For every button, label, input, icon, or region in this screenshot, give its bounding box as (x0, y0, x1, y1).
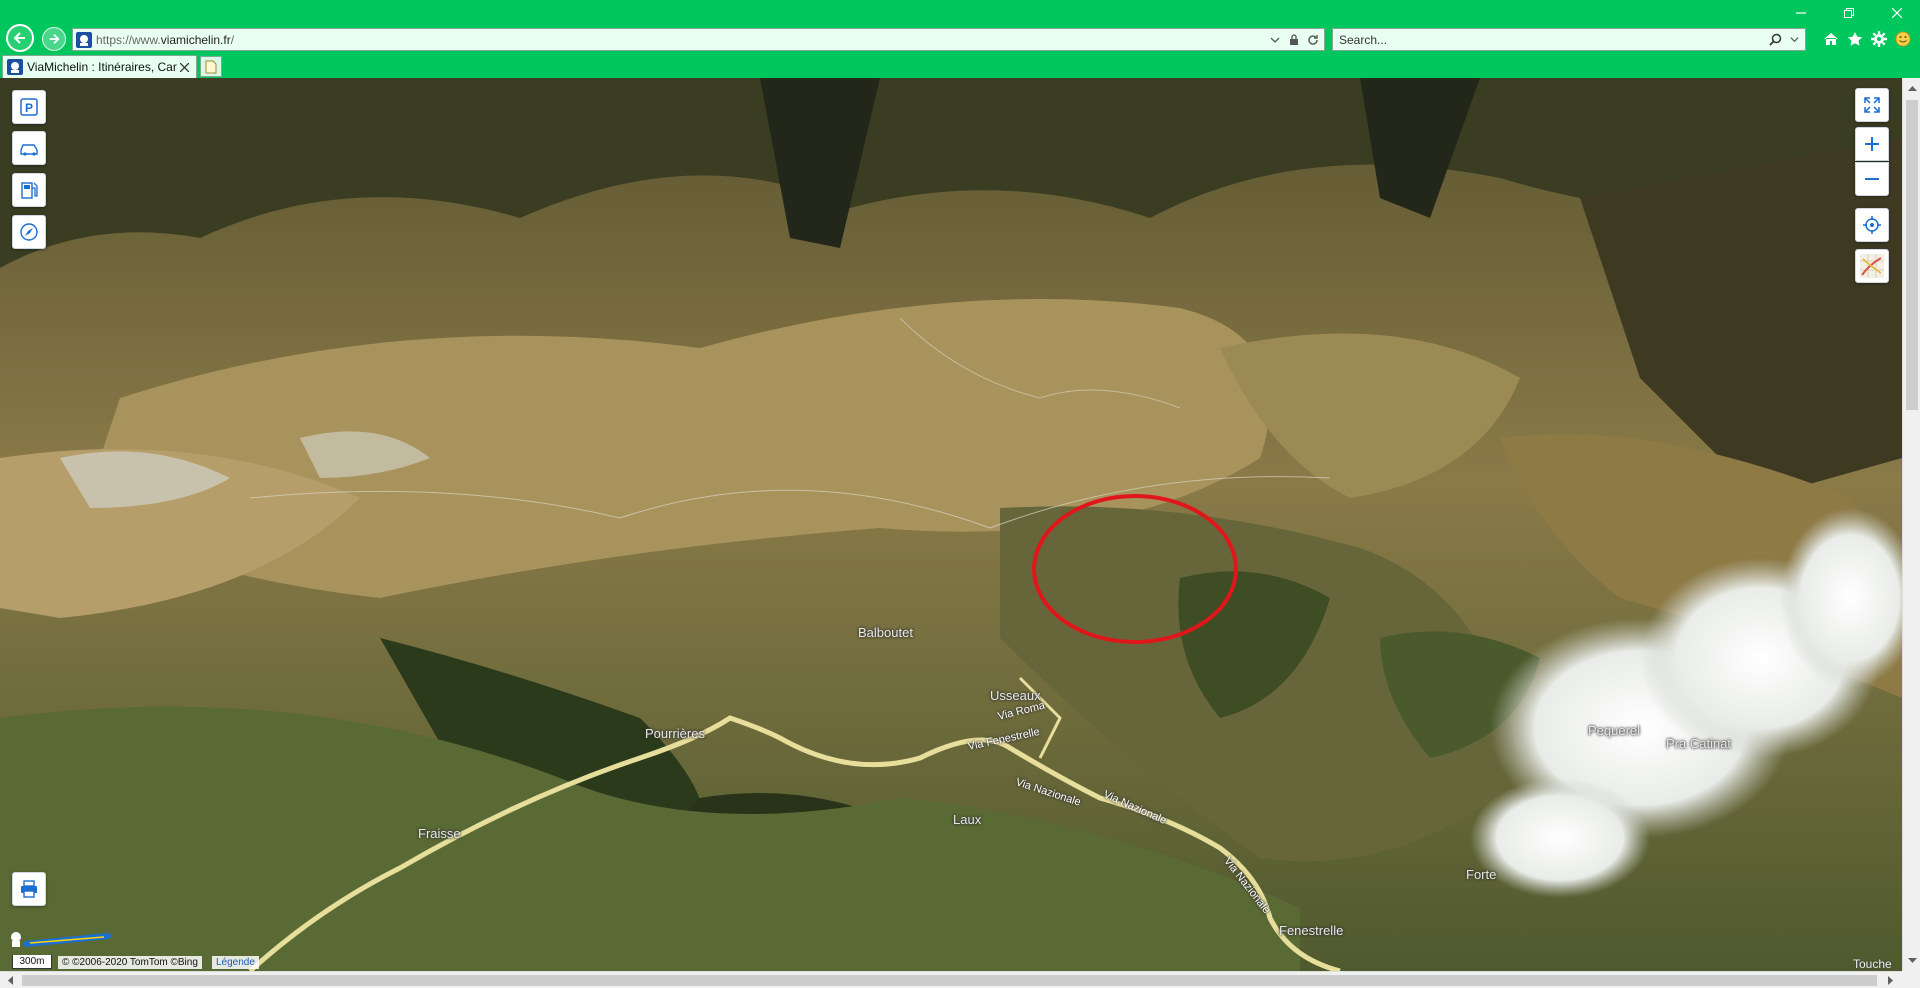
url-text[interactable]: https://www.viamichelin.fr/ (96, 33, 1267, 47)
compass-icon (20, 223, 38, 241)
search-input[interactable] (1333, 32, 1767, 47)
parking-button[interactable]: P (12, 90, 46, 124)
tab-title: ViaMichelin : Itinéraires, Car... (27, 60, 177, 74)
fullscreen-icon (1864, 97, 1880, 113)
map-layer-button[interactable] (1855, 249, 1889, 283)
place-label: Usseaux (990, 688, 1041, 703)
touche-label: Touche (1853, 957, 1892, 971)
zoom-in-button[interactable] (1855, 127, 1889, 161)
forward-button[interactable] (42, 27, 66, 51)
vertical-scroll-thumb[interactable] (1906, 100, 1918, 410)
home-icon[interactable] (1821, 29, 1841, 49)
search-icon[interactable] (1767, 32, 1783, 48)
chevron-down-icon[interactable] (1786, 32, 1802, 48)
scroll-up-icon[interactable] (1905, 81, 1919, 95)
place-label: Pequerel (1588, 723, 1641, 738)
back-button[interactable] (6, 24, 34, 52)
route-button[interactable] (12, 215, 46, 249)
scroll-right-icon[interactable] (1884, 973, 1898, 987)
place-label: Fraisse (418, 826, 461, 841)
scroll-down-icon[interactable] (1905, 954, 1919, 968)
address-bar[interactable]: https://www.viamichelin.fr/ (72, 28, 1325, 51)
satellite-map[interactable]: Balboutet Usseaux Pourrières Pequerel Pr… (0, 78, 1902, 971)
vertical-scrollbar[interactable] (1902, 78, 1920, 971)
horizontal-scrollbar[interactable] (0, 971, 1902, 988)
locate-me-button[interactable] (1855, 208, 1889, 242)
place-label: Pourrières (645, 726, 705, 741)
minimize-button[interactable] (1788, 4, 1814, 22)
arrow-right-icon (49, 34, 60, 44)
horizontal-scroll-thumb[interactable] (22, 975, 1877, 986)
search-box[interactable] (1332, 28, 1806, 51)
zoom-in-icon (1865, 137, 1879, 151)
michelin-favicon-icon (7, 59, 23, 75)
arrow-left-icon (13, 32, 25, 44)
place-label: Balboutet (858, 625, 913, 640)
map-layer-icon (1860, 254, 1884, 278)
copyright-text: © ©2006-2020 TomTom ©Bing (58, 956, 202, 969)
map-scale: 300m (12, 955, 52, 969)
tab-viamichelin[interactable]: ViaMichelin : Itinéraires, Car... (2, 55, 197, 78)
legend-link[interactable]: Légende (212, 956, 259, 969)
close-window-button[interactable] (1884, 4, 1910, 22)
michelin-favicon-icon (76, 31, 92, 48)
zoom-out-button[interactable] (1855, 162, 1889, 196)
new-tab-button[interactable] (200, 56, 222, 77)
satellite-imagery (0, 78, 1902, 971)
place-label: Fenestrelle (1279, 923, 1344, 938)
traffic-button[interactable] (12, 131, 46, 165)
print-button[interactable] (12, 872, 46, 906)
refresh-icon[interactable] (1305, 32, 1321, 48)
browser-chrome: https://www.viamichelin.fr/ ViaMichelin … (0, 0, 1920, 78)
car-icon (20, 144, 38, 156)
place-label: Forte (1466, 867, 1497, 882)
tab-close-icon[interactable] (177, 60, 191, 74)
restore-button[interactable] (1836, 4, 1862, 22)
feedback-smiley-icon[interactable] (1893, 29, 1913, 49)
parking-icon: P (20, 98, 38, 116)
scrollbar-corner (1902, 971, 1920, 988)
favorites-star-icon[interactable] (1845, 29, 1865, 49)
zoom-out-icon (1865, 178, 1879, 180)
michelin-logo (11, 932, 111, 947)
lock-icon[interactable] (1286, 32, 1302, 48)
fuel-button[interactable] (12, 173, 46, 207)
place-label: Pra Catinat (1666, 736, 1732, 751)
settings-gear-icon[interactable] (1869, 29, 1889, 49)
fullscreen-button[interactable] (1855, 88, 1889, 122)
new-tab-icon (205, 60, 217, 73)
place-label: Laux (953, 812, 982, 827)
print-icon (21, 880, 37, 898)
fuel-icon (21, 182, 38, 199)
scroll-left-icon[interactable] (3, 973, 17, 987)
svg-text:P: P (25, 101, 33, 115)
search-dropdown-icon[interactable] (1267, 32, 1283, 48)
locate-icon (1863, 216, 1881, 234)
